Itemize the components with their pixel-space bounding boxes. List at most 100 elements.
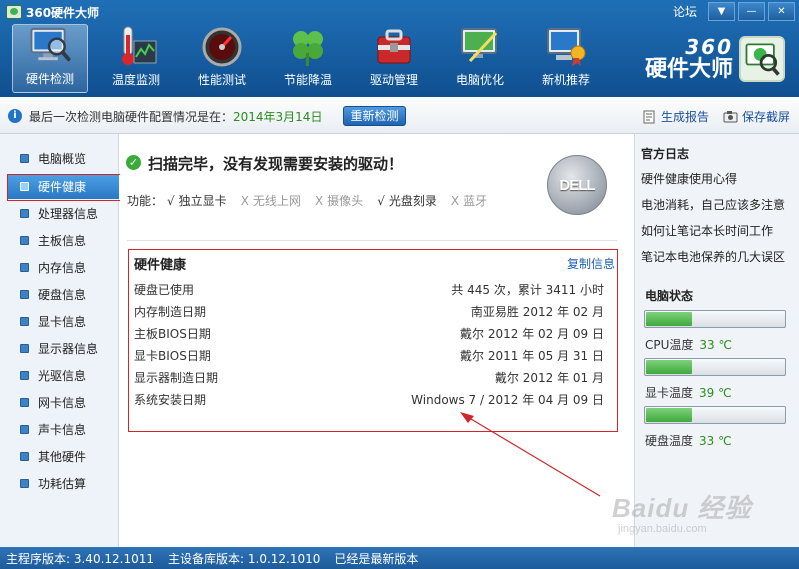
tool-temperature-monitor[interactable]: 温度监测 xyxy=(98,24,174,93)
tool-driver-management[interactable]: 驱动管理 xyxy=(356,24,432,93)
db-version: 主设备库版本: 1.0.12.1010 xyxy=(168,551,321,566)
feature-row: 功能： √ 独立显卡 X 无线上网 X 摄像头 √ 光盘刻录 X 蓝牙 xyxy=(127,192,487,209)
report-icon xyxy=(643,110,655,123)
forum-link[interactable]: 论坛 xyxy=(673,3,697,20)
tool-label: 温度监测 xyxy=(111,73,160,87)
bullet-icon xyxy=(20,317,29,326)
brand-area: 360 硬件大师 xyxy=(645,36,785,82)
minimize-button[interactable]: — xyxy=(738,2,765,21)
main-version: 主程序版本: 3.40.12.1011 xyxy=(6,551,155,566)
sidebar-item-motherboard[interactable]: 主板信息 xyxy=(0,228,118,253)
tool-label: 硬件检测 xyxy=(25,72,74,86)
tool-label: 驱动管理 xyxy=(369,73,418,87)
tool-label: 电脑优化 xyxy=(455,73,504,87)
log-link[interactable]: 如何让笔记本长时间工作 xyxy=(641,222,773,239)
bullet-icon xyxy=(20,425,29,434)
tool-label: 节能降温 xyxy=(283,73,332,87)
health-row: 显示器制造日期 戴尔 2012 年 01 月 xyxy=(134,371,604,385)
tool-energy-saving[interactable]: 节能降温 xyxy=(270,24,346,93)
sidebar-item-memory[interactable]: 内存信息 xyxy=(0,255,118,280)
sidebar-item-cpu[interactable]: 处理器信息 xyxy=(0,201,118,226)
sidebar-item-network[interactable]: 网卡信息 xyxy=(0,390,118,415)
sidebar-item-hardware-health[interactable]: 硬件健康 xyxy=(7,174,119,199)
disk-temp-bar xyxy=(644,406,786,424)
bullet-icon xyxy=(20,452,29,461)
menu-dropdown-button[interactable]: ▼ xyxy=(708,2,735,21)
copy-info-link[interactable]: 复制信息 xyxy=(567,255,615,272)
generate-report-button[interactable]: 生成报告 xyxy=(643,108,709,125)
main-toolbar: 硬件检测 温度监测 性能测试 节能降温 驱动管理 电脑优化 新机推荐 xyxy=(12,24,604,93)
log-link[interactable]: 硬件健康使用心得 xyxy=(641,170,737,187)
official-log-title: 官方日志 xyxy=(641,147,690,161)
app-logo-icon xyxy=(6,5,22,19)
computer-badge-icon xyxy=(547,28,586,66)
last-check-text: 最后一次检测电脑硬件配置情况是在： xyxy=(29,110,234,124)
bullet-icon xyxy=(20,236,29,245)
thermometer-icon xyxy=(122,26,157,65)
brand-name: 硬件大师 xyxy=(644,57,733,82)
generate-report-label: 生成报告 xyxy=(661,110,710,124)
bullet-icon xyxy=(20,398,29,407)
app-title-bar: 360硬件大师 xyxy=(6,3,99,21)
last-check-date: 2014年3月14日 xyxy=(233,110,323,124)
sidebar-item-optical[interactable]: 光驱信息 xyxy=(0,363,118,388)
sidebar-item-display[interactable]: 显示器信息 xyxy=(0,336,118,361)
app-title: 360硬件大师 xyxy=(26,5,100,20)
hardware-health-panel: 硬件健康 复制信息 硬盘已使用共 445 次，累计 3411 小时 内存制造日期… xyxy=(128,249,618,432)
bullet-icon xyxy=(20,479,29,488)
speedometer-icon xyxy=(202,27,242,67)
gpu-temp-row: 显卡温度 39 ℃ xyxy=(645,386,732,400)
toolbox-icon xyxy=(377,29,411,64)
save-screenshot-label: 保存截屏 xyxy=(742,110,791,124)
recheck-button[interactable]: 重新检测 xyxy=(343,106,406,126)
bullet-icon xyxy=(20,290,29,299)
info-icon: i xyxy=(8,109,22,123)
right-sidebar: 官方日志 硬件健康使用心得 电池消耗，自己应该多注意 如何让笔记本长时间工作 笔… xyxy=(634,134,799,547)
sidebar-item-power[interactable]: 功耗估算 xyxy=(0,471,118,496)
health-row: 内存制造日期 南亚易胜 2012 年 02 月 xyxy=(134,305,604,319)
sidebar-item-other[interactable]: 其他硬件 xyxy=(0,444,118,469)
sidebar-item-graphics[interactable]: 显卡信息 xyxy=(0,309,118,334)
checkmark-icon: ✓ xyxy=(126,155,141,170)
bullet-icon xyxy=(20,154,29,163)
tool-new-pc-recommend[interactable]: 新机推荐 xyxy=(528,24,604,93)
bullet-icon xyxy=(20,182,29,191)
brand-number: 360 xyxy=(685,35,733,59)
feature-item: √ 独立显卡 xyxy=(167,194,227,208)
sidebar-item-overview[interactable]: 电脑概览 xyxy=(0,146,118,171)
feature-item: X 摄像头 xyxy=(314,194,364,208)
tool-hardware-detect[interactable]: 硬件检测 xyxy=(12,24,88,93)
update-status: 已经是最新版本 xyxy=(334,551,419,566)
sidebar-item-disk[interactable]: 硬盘信息 xyxy=(0,282,118,307)
health-title: 硬件健康 xyxy=(134,258,187,273)
health-row: 系统安装日期 Windows 7 / 2012 年 04 月 09 日 xyxy=(134,393,604,407)
tool-performance-test[interactable]: 性能测试 xyxy=(184,24,260,93)
save-screenshot-button[interactable]: 保存截屏 xyxy=(723,108,790,125)
bullet-icon xyxy=(20,371,29,380)
feature-label: 功能： xyxy=(127,194,164,208)
feature-item: X 蓝牙 xyxy=(450,194,488,208)
sidebar-item-sound[interactable]: 声卡信息 xyxy=(0,417,118,442)
status-bar: 主程序版本: 3.40.12.1011 主设备库版本: 1.0.12.1010 … xyxy=(0,547,799,569)
baidu-watermark: Baidu 经验 jingyan.baidu.com xyxy=(612,493,752,535)
feature-item: √ 光盘刻录 xyxy=(377,194,437,208)
dell-logo: DELL xyxy=(547,155,607,215)
clover-icon xyxy=(293,31,323,66)
bullet-icon xyxy=(20,344,29,353)
monitor-broom-icon xyxy=(461,28,498,63)
app-header: 360硬件大师 论坛 ▼ — ✕ 硬件检测 温度监测 性能测试 节能降温 驱动管… xyxy=(0,0,799,97)
health-row: 主板BIOS日期 戴尔 2012 年 02 月 09 日 xyxy=(134,327,604,341)
log-link[interactable]: 笔记本电池保养的几大误区 xyxy=(641,248,785,265)
bullet-icon xyxy=(20,263,29,272)
tool-pc-optimize[interactable]: 电脑优化 xyxy=(442,24,518,93)
window-controls: 论坛 ▼ — ✕ xyxy=(673,2,795,21)
close-button[interactable]: ✕ xyxy=(768,2,795,21)
feature-item: X 无线上网 xyxy=(240,194,301,208)
brand-logo-icon xyxy=(739,36,785,82)
bullet-icon xyxy=(20,209,29,218)
annotation-arrow xyxy=(460,412,601,497)
cpu-temp-row: CPU温度 33 ℃ xyxy=(645,338,732,352)
cpu-temp-bar xyxy=(644,310,786,328)
log-link[interactable]: 电池消耗，自己应该多注意 xyxy=(641,196,785,213)
gpu-temp-bar xyxy=(644,358,786,376)
